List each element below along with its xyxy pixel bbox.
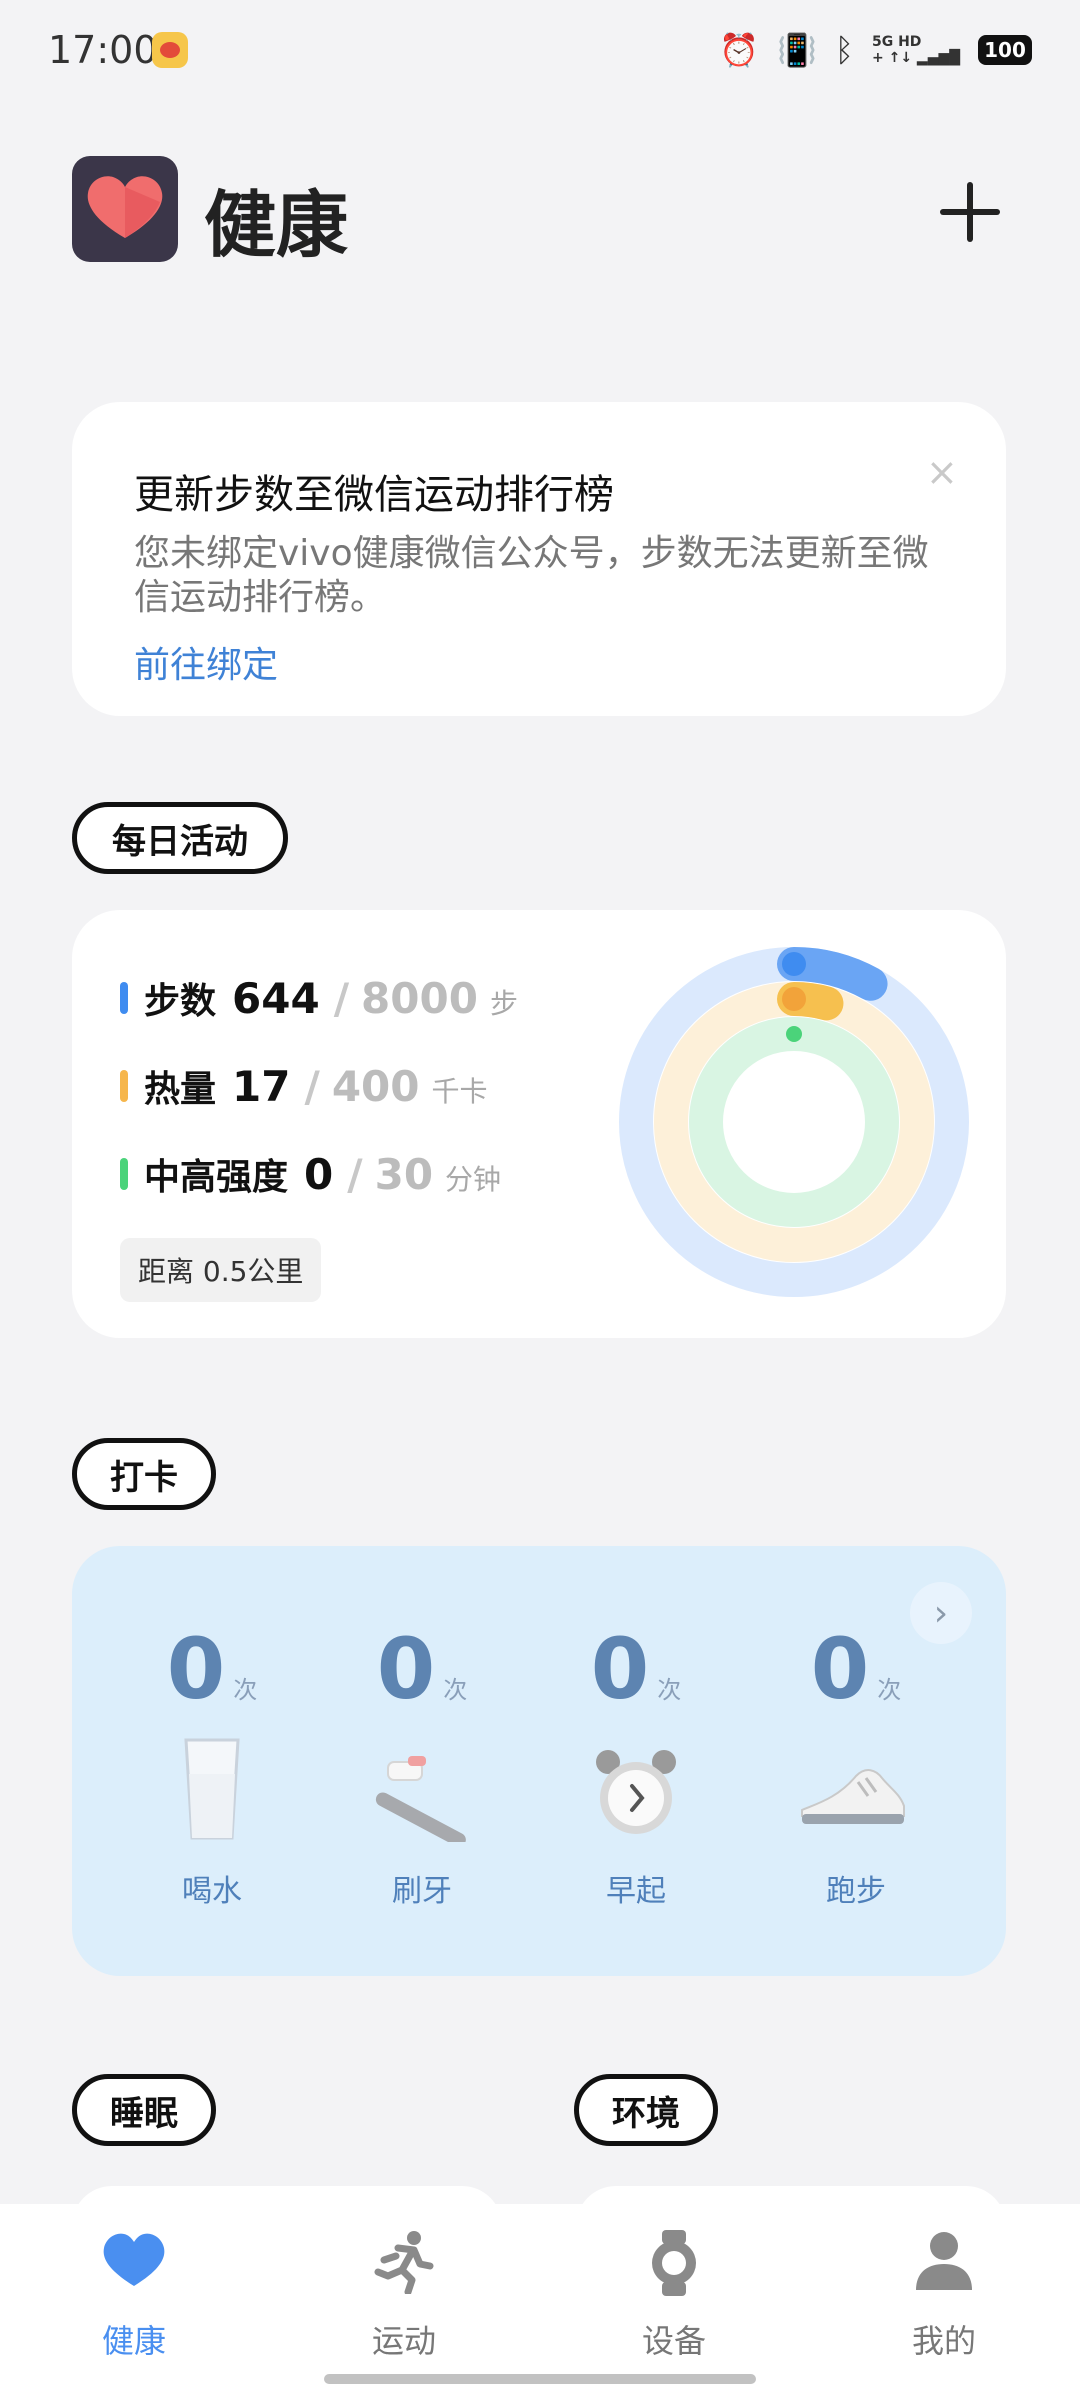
steps-label: 步数 (144, 981, 217, 1022)
wakeup-unit: 次 (657, 1676, 682, 1704)
metric-calories: 热量 17 / 400 千卡 (120, 1060, 488, 1112)
calories-color-bar (120, 1070, 128, 1102)
dumbbell-icon (786, 1026, 802, 1042)
page-title: 健康 (204, 183, 349, 267)
steps-unit: 步 (489, 987, 518, 1020)
add-button[interactable] (940, 182, 1000, 242)
status-icons: ⏰ 📳 ᛒ 5G HD + ↑↓ ▂▄▆█ 100 (719, 30, 1032, 70)
calories-goal: 400 (331, 1062, 420, 1111)
vibrate-icon: 📳 (776, 31, 817, 69)
activity-rings[interactable] (618, 946, 970, 1298)
running-shoe-icon (801, 1769, 905, 1824)
weibo-notification-icon (152, 32, 188, 68)
water-count: 0 (166, 1620, 226, 1718)
run-label: 跑步 (826, 1874, 886, 1909)
intensity-color-bar (120, 1158, 128, 1190)
metric-intensity: 中高强度 0 / 30 分钟 (120, 1148, 501, 1200)
intensity-goal: 30 (374, 1150, 434, 1199)
checkin-run[interactable]: 0次 (766, 1620, 946, 1718)
nav-health[interactable] (64, 2230, 204, 2292)
metric-steps: 步数 644 / 8000 步 (120, 972, 518, 1024)
wakeup-count: 0 (590, 1620, 650, 1718)
nav-device-label: 设备 (641, 2322, 706, 2360)
calories-unit: 千卡 (431, 1075, 488, 1108)
nav-profile[interactable] (874, 2230, 1014, 2296)
network-indicator: 5G HD + ↑↓ ▂▄▆█ (872, 34, 960, 66)
water-label: 喝水 (182, 1874, 242, 1909)
banner-title: 更新步数至微信运动排行榜 (134, 472, 614, 518)
wakeup-label: 早起 (606, 1874, 666, 1909)
nav-health-label: 健康 (101, 2322, 166, 2360)
steps-color-bar (120, 982, 128, 1014)
water-glass-icon (184, 1738, 240, 1840)
bluetooth-icon: ᛒ (834, 31, 854, 69)
brush-label: 刷牙 (392, 1874, 452, 1909)
nav-device[interactable] (604, 2230, 744, 2300)
steps-value: 644 (232, 974, 320, 1023)
flame-icon (782, 987, 806, 1011)
signal-strength: + ↑↓ ▂▄▆█ (871, 50, 960, 66)
walk-icon (782, 952, 806, 976)
nav-profile-label: 我的 (911, 2322, 976, 2360)
brush-count: 0 (376, 1620, 436, 1718)
status-time: 17:00 (48, 28, 158, 72)
calories-label: 热量 (144, 1069, 217, 1110)
user-icon (916, 2232, 972, 2290)
section-daily-activity[interactable]: 每日活动 (72, 802, 288, 874)
alarm-icon: ⏰ (719, 31, 759, 69)
bind-link[interactable]: 前往绑定 (134, 636, 278, 688)
alarm-clock-icon (596, 1750, 676, 1834)
banner-description: 您未绑定vivo健康微信公众号，步数无法更新至微信运动排行榜。 (134, 533, 929, 618)
app-heart-logo (72, 156, 178, 262)
water-unit: 次 (233, 1676, 258, 1704)
section-sleep[interactable]: 睡眠 (72, 2074, 216, 2146)
checkin-water[interactable]: 0次 (122, 1620, 302, 1718)
run-count: 0 (810, 1620, 870, 1718)
nav-sport[interactable] (334, 2230, 474, 2298)
section-environment[interactable]: 环境 (574, 2074, 718, 2146)
network-type: 5G HD (871, 34, 922, 50)
steps-goal: 8000 (361, 974, 478, 1023)
section-checkin[interactable]: 打卡 (72, 1438, 216, 1510)
runner-icon (374, 2231, 434, 2296)
checkin-wakeup[interactable]: 0次 (546, 1620, 726, 1718)
calories-value: 17 (232, 1062, 291, 1111)
intensity-unit: 分钟 (445, 1163, 502, 1196)
intensity-label: 中高强度 (144, 1157, 289, 1198)
checkin-brush[interactable]: 0次 (332, 1620, 512, 1718)
heart-icon (87, 176, 163, 238)
calories-separator: / (304, 1062, 320, 1111)
intensity-separator: / (347, 1150, 363, 1199)
nav-sport-label: 运动 (371, 2322, 436, 2360)
distance-badge: 距离 0.5公里 (120, 1238, 322, 1302)
home-indicator[interactable] (324, 2374, 756, 2384)
heart-icon (103, 2233, 165, 2286)
brush-unit: 次 (443, 1676, 468, 1704)
steps-separator: / (333, 974, 350, 1023)
watch-icon (652, 2230, 696, 2296)
toothbrush-icon (375, 1756, 466, 1842)
run-unit: 次 (877, 1676, 902, 1704)
close-icon[interactable]: × (926, 450, 958, 494)
battery-indicator: 100 (978, 35, 1032, 65)
intensity-value: 0 (304, 1150, 334, 1199)
